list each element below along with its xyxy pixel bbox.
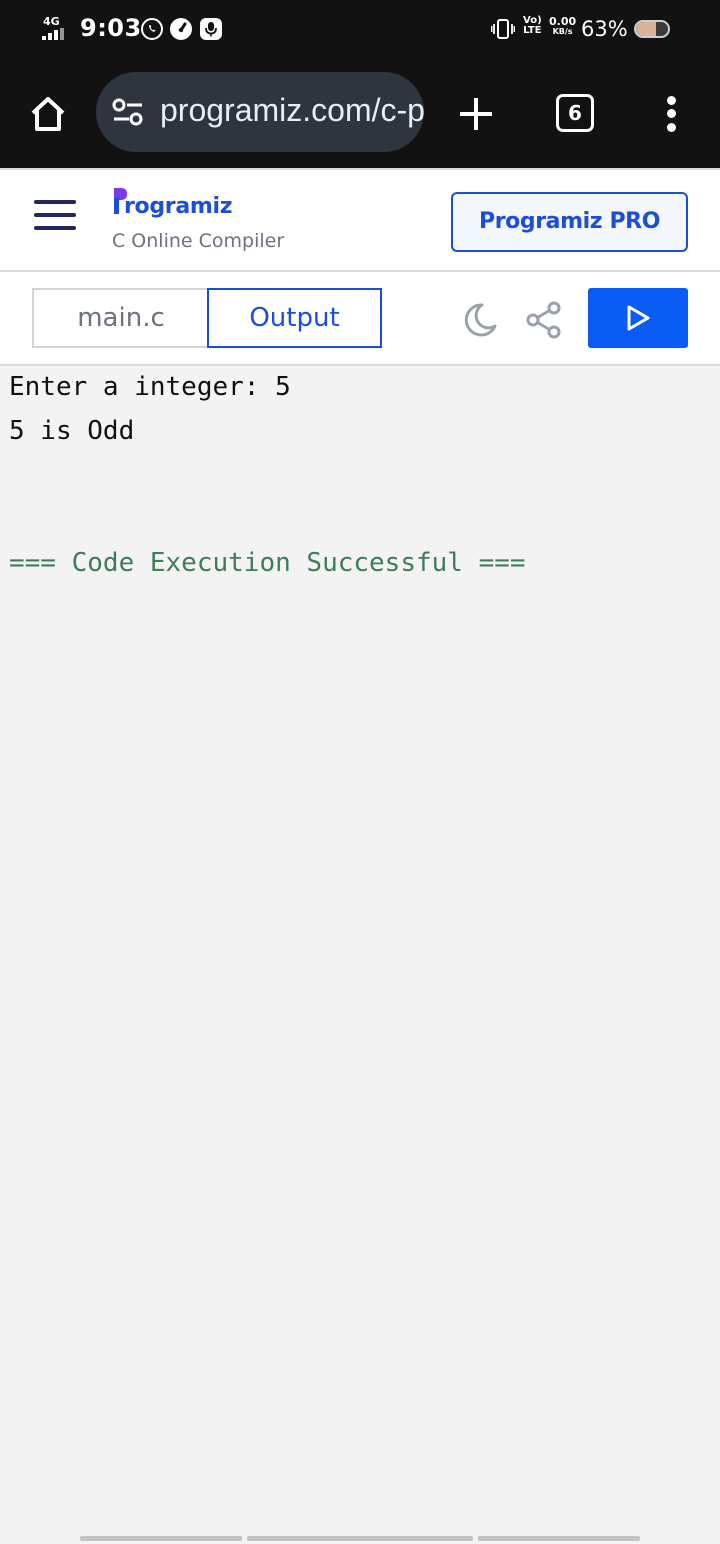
vibrate-icon bbox=[490, 18, 516, 40]
browser-toolbar: programiz.com/c-programming/online-compi… bbox=[0, 58, 720, 168]
volte-indicator: Vo) LTE bbox=[523, 15, 542, 36]
tab-switcher-icon[interactable]: 6 bbox=[556, 94, 594, 132]
editor-toolbar: main.c Output bbox=[0, 272, 720, 366]
address-bar[interactable]: programiz.com/c-programming/online-compi… bbox=[96, 72, 424, 152]
output-line: 5 is Odd bbox=[9, 416, 135, 446]
output-panel: Enter a integer: 5 5 is Odd === Code Exe… bbox=[0, 366, 720, 1544]
clock: 9:03 bbox=[80, 14, 142, 42]
site-settings-icon[interactable] bbox=[112, 98, 144, 126]
gesture-navigation-bar bbox=[80, 1536, 640, 1541]
site-header: rogramiz C Online Compiler Programiz PRO bbox=[0, 168, 720, 272]
execution-status: === Code Execution Successful === bbox=[9, 548, 526, 578]
tab-main-c[interactable]: main.c bbox=[32, 288, 208, 348]
home-icon[interactable] bbox=[24, 90, 72, 138]
whatsapp-icon bbox=[141, 18, 163, 40]
url-text[interactable]: programiz.com/c-programming/online-compi… bbox=[160, 92, 424, 129]
hamburger-menu-icon[interactable] bbox=[34, 198, 78, 232]
speedometer-icon bbox=[170, 18, 192, 40]
voice-recorder-icon bbox=[200, 18, 222, 40]
battery-icon bbox=[634, 20, 670, 38]
programiz-pro-button[interactable]: Programiz PRO bbox=[451, 192, 688, 252]
network-type: 4G bbox=[43, 15, 60, 28]
battery-percent: 63% bbox=[581, 17, 628, 41]
cellular-signal-icon: 4G bbox=[42, 16, 74, 40]
status-bar: 4G 9:03 Vo) LTE 0.00 KB/s 63% bbox=[0, 0, 720, 58]
compiler-subtitle: C Online Compiler bbox=[112, 230, 285, 252]
share-icon[interactable] bbox=[524, 300, 564, 340]
data-speed: 0.00 KB/s bbox=[549, 15, 577, 36]
tab-output[interactable]: Output bbox=[207, 288, 382, 348]
logo-text: rogramiz bbox=[124, 194, 233, 219]
run-button[interactable] bbox=[588, 288, 688, 348]
more-vert-icon[interactable] bbox=[656, 90, 688, 138]
moon-icon[interactable] bbox=[460, 300, 500, 340]
plus-icon[interactable] bbox=[452, 90, 500, 138]
output-line: Enter a integer: 5 bbox=[9, 372, 291, 402]
play-icon bbox=[627, 305, 650, 331]
